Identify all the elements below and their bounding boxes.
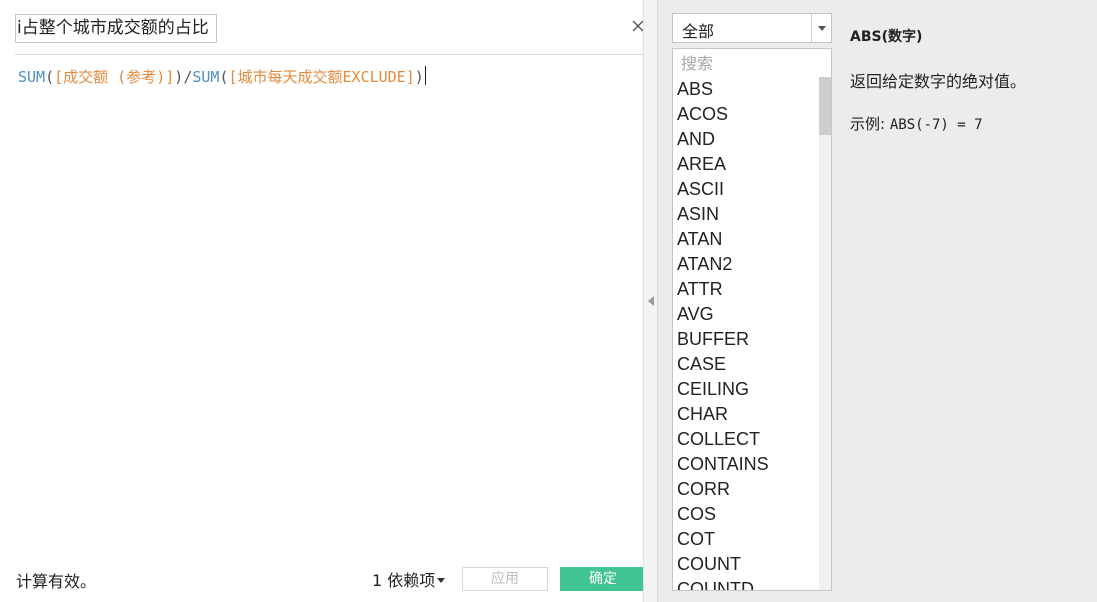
function-item[interactable]: AVG	[673, 302, 831, 327]
dependencies-dropdown[interactable]: 1 依赖项	[372, 567, 446, 591]
function-description: 返回给定数字的绝对值。	[850, 72, 1027, 91]
formula-token-fn: SUM	[18, 68, 46, 86]
function-item[interactable]: CASE	[673, 352, 831, 377]
function-item[interactable]: COS	[673, 502, 831, 527]
calculation-editor-window: i占整个城市成交额的占比 SUM([成交额 (参考)])/SUM([城市每天成交…	[0, 0, 1097, 602]
panel-splitter[interactable]	[643, 0, 657, 602]
formula-token-op: )	[414, 68, 424, 86]
function-item[interactable]: CORR	[673, 477, 831, 502]
function-signature: ABS(数字)	[850, 29, 923, 45]
function-item[interactable]: CEILING	[673, 377, 831, 402]
title-divider	[15, 54, 645, 55]
function-category-select[interactable]: 全部	[672, 13, 832, 43]
formula-token-op: /	[183, 68, 193, 86]
example-code: ABS(-7) = 7	[889, 117, 983, 133]
function-list[interactable]: ABS ACOS AND AREA ASCII ASIN ATAN ATAN2 ATTR AVG B…	[672, 77, 832, 591]
function-item[interactable]: COLLECT	[673, 427, 831, 452]
function-item[interactable]: COT	[673, 527, 831, 552]
formula-token-op: (	[45, 68, 55, 86]
function-item[interactable]: BUFFER	[673, 327, 831, 352]
function-item[interactable]: ATAN	[673, 227, 831, 252]
function-item[interactable]: ATTR	[673, 277, 831, 302]
apply-button[interactable]: 应用	[462, 567, 548, 591]
function-list-items: ABS ACOS AND AREA ASCII ASIN ATAN ATAN2 ATTR AVG B…	[673, 77, 831, 590]
function-item[interactable]: COUNT	[673, 552, 831, 577]
function-item[interactable]: ABS	[673, 77, 831, 102]
function-item[interactable]: COUNTD	[673, 577, 831, 590]
function-item[interactable]: ASIN	[673, 202, 831, 227]
formula-token-op: )	[174, 68, 184, 86]
example-label: 示例:	[850, 115, 886, 133]
function-item[interactable]: ACOS	[673, 102, 831, 127]
chevron-down-icon	[818, 26, 826, 31]
scrollbar-thumb[interactable]	[819, 77, 831, 135]
function-example: 示例: ABS(-7) = 7	[850, 113, 983, 134]
calculation-name-field[interactable]: i占整个城市成交额的占比	[15, 14, 217, 43]
function-item[interactable]: CONTAINS	[673, 452, 831, 477]
function-search-input[interactable]	[672, 48, 832, 78]
collapse-left-icon[interactable]	[648, 296, 654, 306]
function-list-scrollbar[interactable]	[819, 77, 831, 590]
function-reference-panel: 全部 ABSACOSANDAREAASCIIASINATANATAN2ATTRA…	[657, 0, 1097, 602]
formula-token-fld: [成交额 (参考)]	[54, 68, 175, 86]
formula-editor[interactable]: SUM([成交额 (参考)])/SUM([城市每天成交额EXCLUDE])	[18, 66, 638, 526]
function-category-value: 全部	[682, 22, 715, 41]
formula-token-fld: [城市每天成交额EXCLUDE]	[228, 68, 415, 86]
calculation-editor: i占整个城市成交额的占比 SUM([成交额 (参考)])/SUM([城市每天成交…	[2, 2, 646, 600]
function-item[interactable]: CHAR	[673, 402, 831, 427]
function-item[interactable]: AND	[673, 127, 831, 152]
validation-status: 计算有效。	[16, 572, 97, 591]
ok-button[interactable]: 确定	[560, 567, 646, 591]
function-item[interactable]: ASCII	[673, 177, 831, 202]
select-divider	[811, 14, 812, 42]
chevron-down-icon	[437, 578, 446, 583]
formula-token-fn: SUM	[192, 68, 220, 86]
text-cursor	[424, 66, 426, 85]
function-item[interactable]: AREA	[673, 152, 831, 177]
dependencies-label: 1 依赖项	[372, 571, 436, 590]
function-item[interactable]: ATAN2	[673, 252, 831, 277]
